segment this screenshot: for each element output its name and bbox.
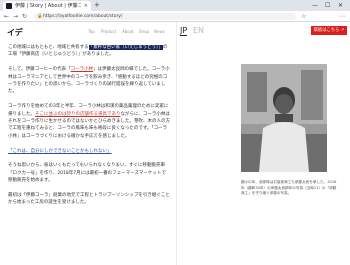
forward-icon[interactable]: → [13, 12, 18, 21]
browser-tab[interactable]: 伊藤 | Story | About | 伊藤コーヒー × [3, 1, 91, 11]
lang-en-toggle[interactable]: EN [193, 26, 204, 35]
address-bar: ← → ↻ 🔒 https://ayalfoodie.com/about/sto… [0, 11, 350, 22]
url-text: https://ayalfoodie.com/about/story/ [43, 14, 123, 19]
paragraph-6: 最初は「伊藤コーラ」創業の地元で工程とトラジプーソンシップを引き継ぐことから始ま… [8, 193, 170, 206]
portrait-photo [241, 64, 327, 172]
tab-title: 伊藤 | Story | About | 伊藤コーヒー [15, 3, 81, 9]
paragraph-1: この地域にはもともと、地域と共有する「素朴な古い家（いえじゅうどう）」の工場「伊… [8, 45, 168, 58]
reload-icon[interactable]: ↻ [22, 12, 27, 21]
retailers-button[interactable]: 取扱はこちら ↗ [311, 26, 347, 35]
lock-icon: 🔒 [37, 14, 43, 19]
cola-kobayashi-link[interactable]: コーラ小林 [71, 67, 94, 72]
inline-link[interactable]: そこに並ぶのは誇りの店舗作る道具であり [35, 112, 120, 117]
tab-close-icon[interactable]: × [84, 2, 88, 10]
nav-news[interactable]: News [154, 29, 165, 34]
story-article: この地域にはもともと、地域と共有する「素朴な古い家（いえじゅうどう）」の工場「伊… [8, 44, 170, 214]
paragraph-5: そうね思いから、彼はいくもたってもいられなくなりまい、すぐに移動販売車「ロクカー… [8, 163, 166, 184]
minimize-icon[interactable]: — [312, 1, 318, 10]
nav-shop[interactable]: Shop [139, 29, 149, 34]
photo-caption: 顧小の年、叔家時はお祖家商工も伊藤太良を承した。2018年（顧和30年）の伊藤太… [241, 180, 337, 196]
paragraph-3: コーラ作りを始めての3年と半年、コーラ小林は和漢の薬品薬理のために実家に帰りまし… [8, 104, 170, 139]
url-field[interactable]: 🔒 https://ayalfoodie.com/about/story/ [34, 13, 296, 20]
favorite-star-icon[interactable]: ☆ [301, 12, 306, 21]
new-tab-button[interactable]: + [94, 1, 100, 10]
nav-top[interactable]: Top [88, 29, 95, 34]
column-divider [176, 22, 177, 265]
web-page: イデ Top Product About Shop News JP EN 取扱は… [0, 22, 350, 265]
more-menu-icon[interactable]: ⋯ [339, 12, 345, 21]
portrait-image [241, 64, 327, 172]
tab-bar: 伊藤 | Story | About | 伊藤コーヒー × + — ☐ ✕ [0, 0, 350, 11]
highlight-text: 「素朴な古い家（いえじゅうどう）」 [88, 45, 163, 50]
close-window-icon[interactable]: ✕ [338, 1, 343, 10]
back-icon[interactable]: ← [4, 12, 9, 21]
lang-jp-toggle[interactable]: JP [180, 26, 188, 36]
paragraph-2: そして、伊藤コーヒーの代表「コーラ小林」は伊藤太良師の縁でした。コーラ小林はコー… [8, 67, 170, 95]
maximize-icon[interactable]: ☐ [325, 1, 330, 10]
nav-product[interactable]: Product [101, 29, 116, 34]
site-logo[interactable]: イデ [7, 27, 23, 38]
quote-link: 「これは、自分にしかできないことかもしれない」 [8, 148, 112, 154]
favicon-icon [6, 3, 12, 9]
nav-about[interactable]: About [122, 29, 134, 34]
